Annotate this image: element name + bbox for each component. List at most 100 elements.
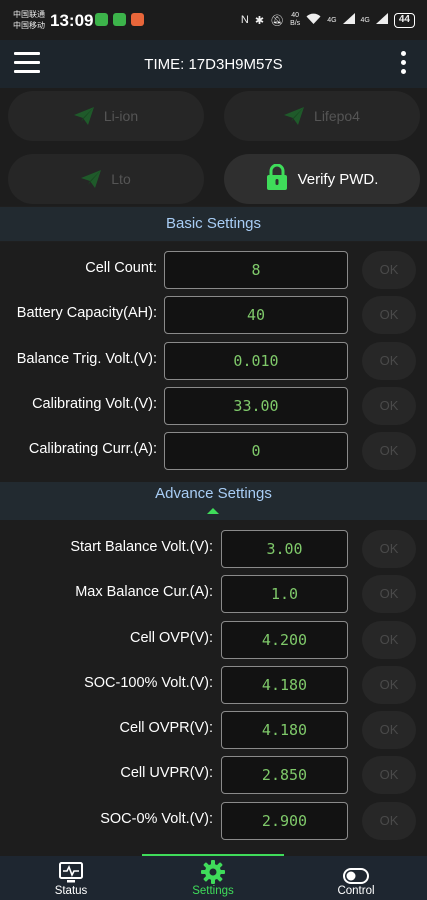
battery-indicator: 44: [393, 12, 415, 28]
monitor-icon: [0, 856, 142, 884]
setting-row-calibrating-volt: Calibrating Volt.(V): 33.00 OK: [0, 384, 427, 429]
setting-row-soc0-volt: SOC-0% Volt.(V): 2.900 OK: [0, 799, 427, 844]
wechat-notification-icon: [95, 13, 108, 26]
more-options-icon[interactable]: [399, 51, 407, 77]
nav-settings-tab[interactable]: Settings: [142, 856, 284, 900]
app-bar: TIME: 17D3H9M57S: [0, 40, 427, 88]
lto-type-button[interactable]: Lto: [8, 154, 204, 204]
calibrating-curr-input[interactable]: 0: [164, 432, 348, 470]
paper-plane-icon: [73, 107, 94, 125]
nav-control-tab[interactable]: Control: [285, 856, 427, 900]
ok-button[interactable]: OK: [362, 802, 416, 840]
ok-button[interactable]: OK: [362, 711, 416, 749]
lock-icon: [266, 163, 288, 194]
paper-plane-icon: [81, 170, 102, 188]
setting-row-calibrating-curr: Calibrating Curr.(A): 0 OK: [0, 429, 427, 474]
lto-label: Lto: [111, 171, 131, 187]
soc100-volt-input[interactable]: 4.180: [221, 666, 348, 704]
nav-control-label: Control: [337, 885, 375, 897]
setting-row-battery-capacity: Battery Capacity(AH): 40 OK: [0, 293, 427, 338]
setting-row-cell-ovp: Cell OVP(V): 4.200 OK: [0, 618, 427, 663]
ok-button[interactable]: OK: [362, 756, 416, 794]
carrier-names: 中国联通 中国移动: [13, 9, 45, 31]
mute-icon: 🔕︎: [270, 14, 285, 27]
status-indicators: N ✱ 🔕︎ 40 B/s 4G 4G 44: [241, 12, 415, 28]
ok-button[interactable]: OK: [362, 530, 416, 568]
soc0-volt-input[interactable]: 2.900: [221, 802, 348, 840]
setting-row-cell-count: Cell Count: 8 OK: [0, 248, 427, 293]
ok-button[interactable]: OK: [362, 432, 416, 470]
setting-label: Cell OVP(V):: [130, 630, 213, 646]
setting-label: SOC-100% Volt.(V):: [84, 675, 213, 691]
ok-button[interactable]: OK: [362, 575, 416, 613]
setting-label: Max Balance Cur.(A):: [75, 584, 213, 600]
setting-label: Cell OVPR(V):: [119, 720, 213, 736]
battery-capacity-input[interactable]: 40: [164, 296, 348, 334]
setting-label: Battery Capacity(AH):: [16, 305, 157, 321]
signal-2-icon: [375, 13, 388, 27]
hamburger-menu-icon[interactable]: [14, 52, 40, 74]
cell-ovpr-input[interactable]: 4.180: [221, 711, 348, 749]
cell-ovp-input[interactable]: 4.200: [221, 621, 348, 659]
setting-label: Calibrating Volt.(V):: [32, 396, 157, 412]
nav-status-tab[interactable]: Status: [0, 856, 142, 900]
network-speed-unit: B/s: [290, 20, 301, 27]
lifepo4-type-button[interactable]: Lifepo4: [224, 91, 420, 141]
setting-label: Cell Count:: [85, 260, 157, 276]
wifi-icon: [306, 13, 321, 28]
paper-plane-icon: [284, 107, 305, 125]
max-balance-cur-input[interactable]: 1.0: [221, 575, 348, 613]
liion-type-button[interactable]: Li-ion: [8, 91, 204, 141]
ok-button[interactable]: OK: [362, 387, 416, 425]
ok-button[interactable]: OK: [362, 621, 416, 659]
setting-row-soc100-volt: SOC-100% Volt.(V): 4.180 OK: [0, 663, 427, 708]
cell-count-input[interactable]: 8: [164, 251, 348, 289]
setting-label: Start Balance Volt.(V):: [70, 539, 213, 555]
wechat-notification-icon: [113, 13, 126, 26]
status-clock: 13:09: [50, 11, 94, 30]
cell-uvpr-input[interactable]: 2.850: [221, 756, 348, 794]
setting-row-cell-ovpr: Cell OVPR(V): 4.180 OK: [0, 708, 427, 753]
setting-row-max-balance-cur: Max Balance Cur.(A): 1.0 OK: [0, 572, 427, 617]
advance-settings-title: Advance Settings: [155, 485, 272, 502]
setting-label: Cell UVPR(V):: [120, 765, 213, 781]
carrier-2: 中国移动: [13, 21, 45, 30]
bluetooth-icon: ✱: [254, 14, 265, 27]
signal-1-label: 4G: [327, 16, 337, 24]
runtime-title: TIME: 17D3H9M57S: [144, 56, 283, 73]
setting-row-cell-uvpr: Cell UVPR(V): 2.850 OK: [0, 753, 427, 798]
gear-icon: [142, 856, 284, 884]
advance-settings-header[interactable]: Advance Settings: [0, 482, 427, 520]
ok-button[interactable]: OK: [362, 342, 416, 380]
ok-button[interactable]: OK: [362, 296, 416, 334]
nav-status-label: Status: [54, 885, 88, 897]
setting-label: Calibrating Curr.(A):: [28, 441, 157, 457]
ok-button[interactable]: OK: [362, 666, 416, 704]
signal-1-icon: [342, 13, 355, 27]
system-status-bar: 中国联通 中国移动 13:09 N ✱ 🔕︎ 40 B/s 4G 4G 44: [0, 0, 427, 40]
start-balance-volt-input[interactable]: 3.00: [221, 530, 348, 568]
setting-label: Balance Trig. Volt.(V):: [16, 351, 157, 367]
app-notification-icon: [131, 13, 144, 26]
calibrating-volt-input[interactable]: 33.00: [164, 387, 348, 425]
carrier-1: 中国联通: [13, 10, 45, 19]
network-speed-value: 40: [291, 12, 300, 19]
basic-settings-header: Basic Settings: [0, 207, 427, 241]
network-speed: 40 B/s: [290, 12, 300, 28]
setting-label: SOC-0% Volt.(V):: [100, 811, 213, 827]
nav-settings-label: Settings: [192, 885, 234, 897]
balance-trig-volt-input[interactable]: 0.010: [164, 342, 348, 380]
lifepo4-label: Lifepo4: [314, 108, 360, 124]
verify-label: Verify PWD.: [297, 170, 379, 188]
verify-password-button[interactable]: Verify PWD.: [224, 154, 420, 204]
battery-type-panel: Li-ion Lifepo4 Lto Verify PWD.: [0, 88, 427, 206]
signal-2-label: 4G: [360, 16, 370, 24]
toggle-switch-icon: [285, 856, 427, 884]
setting-row-balance-trig-volt: Balance Trig. Volt.(V): 0.010 OK: [0, 339, 427, 384]
nfc-icon: N: [240, 14, 249, 26]
collapse-chevron-icon[interactable]: [207, 508, 219, 514]
setting-row-start-balance-volt: Start Balance Volt.(V): 3.00 OK: [0, 527, 427, 572]
ok-button[interactable]: OK: [362, 251, 416, 289]
liion-label: Li-ion: [103, 108, 139, 124]
bottom-navigation: Status Settings Control: [0, 856, 427, 900]
